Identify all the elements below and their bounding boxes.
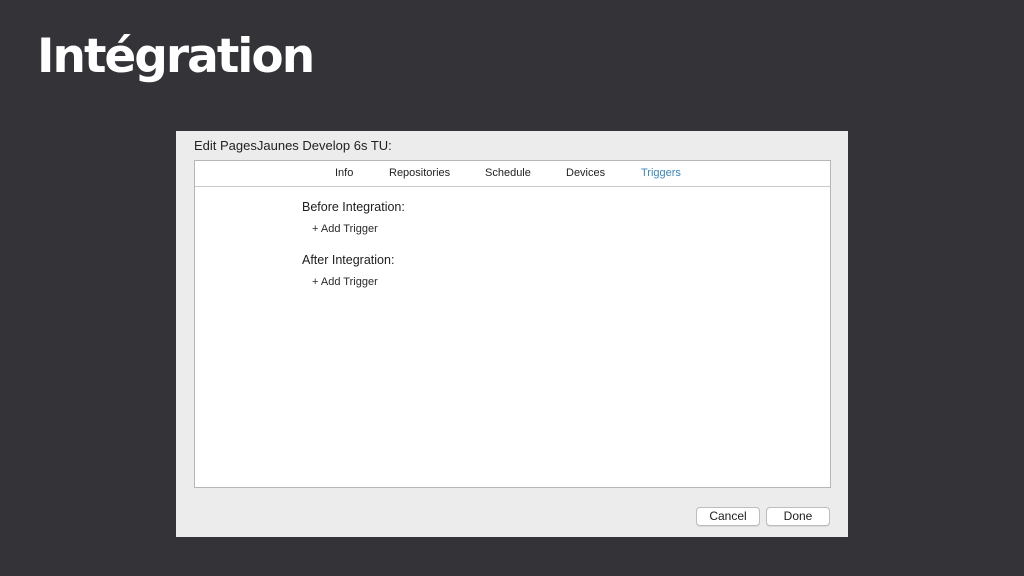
- tab-repositories[interactable]: Repositories: [389, 167, 450, 179]
- tab-triggers[interactable]: Triggers: [641, 167, 681, 179]
- tab-bar: Info Repositories Schedule Devices Trigg…: [195, 161, 830, 187]
- add-before-trigger-button[interactable]: + Add Trigger: [312, 223, 378, 235]
- done-button[interactable]: Done: [766, 507, 830, 526]
- edit-bot-sheet: Edit PagesJaunes Develop 6s TU: Info Rep…: [176, 131, 848, 537]
- add-after-trigger-button[interactable]: + Add Trigger: [312, 276, 378, 288]
- before-integration-heading: Before Integration:: [302, 200, 405, 214]
- sheet-title: Edit PagesJaunes Develop 6s TU:: [194, 138, 392, 153]
- slide-title: Intégration: [37, 29, 315, 84]
- tab-devices[interactable]: Devices: [566, 167, 605, 179]
- tab-info[interactable]: Info: [335, 167, 353, 179]
- tab-schedule[interactable]: Schedule: [485, 167, 531, 179]
- cancel-button[interactable]: Cancel: [696, 507, 760, 526]
- settings-panel: Info Repositories Schedule Devices Trigg…: [194, 160, 831, 488]
- after-integration-heading: After Integration:: [302, 253, 395, 267]
